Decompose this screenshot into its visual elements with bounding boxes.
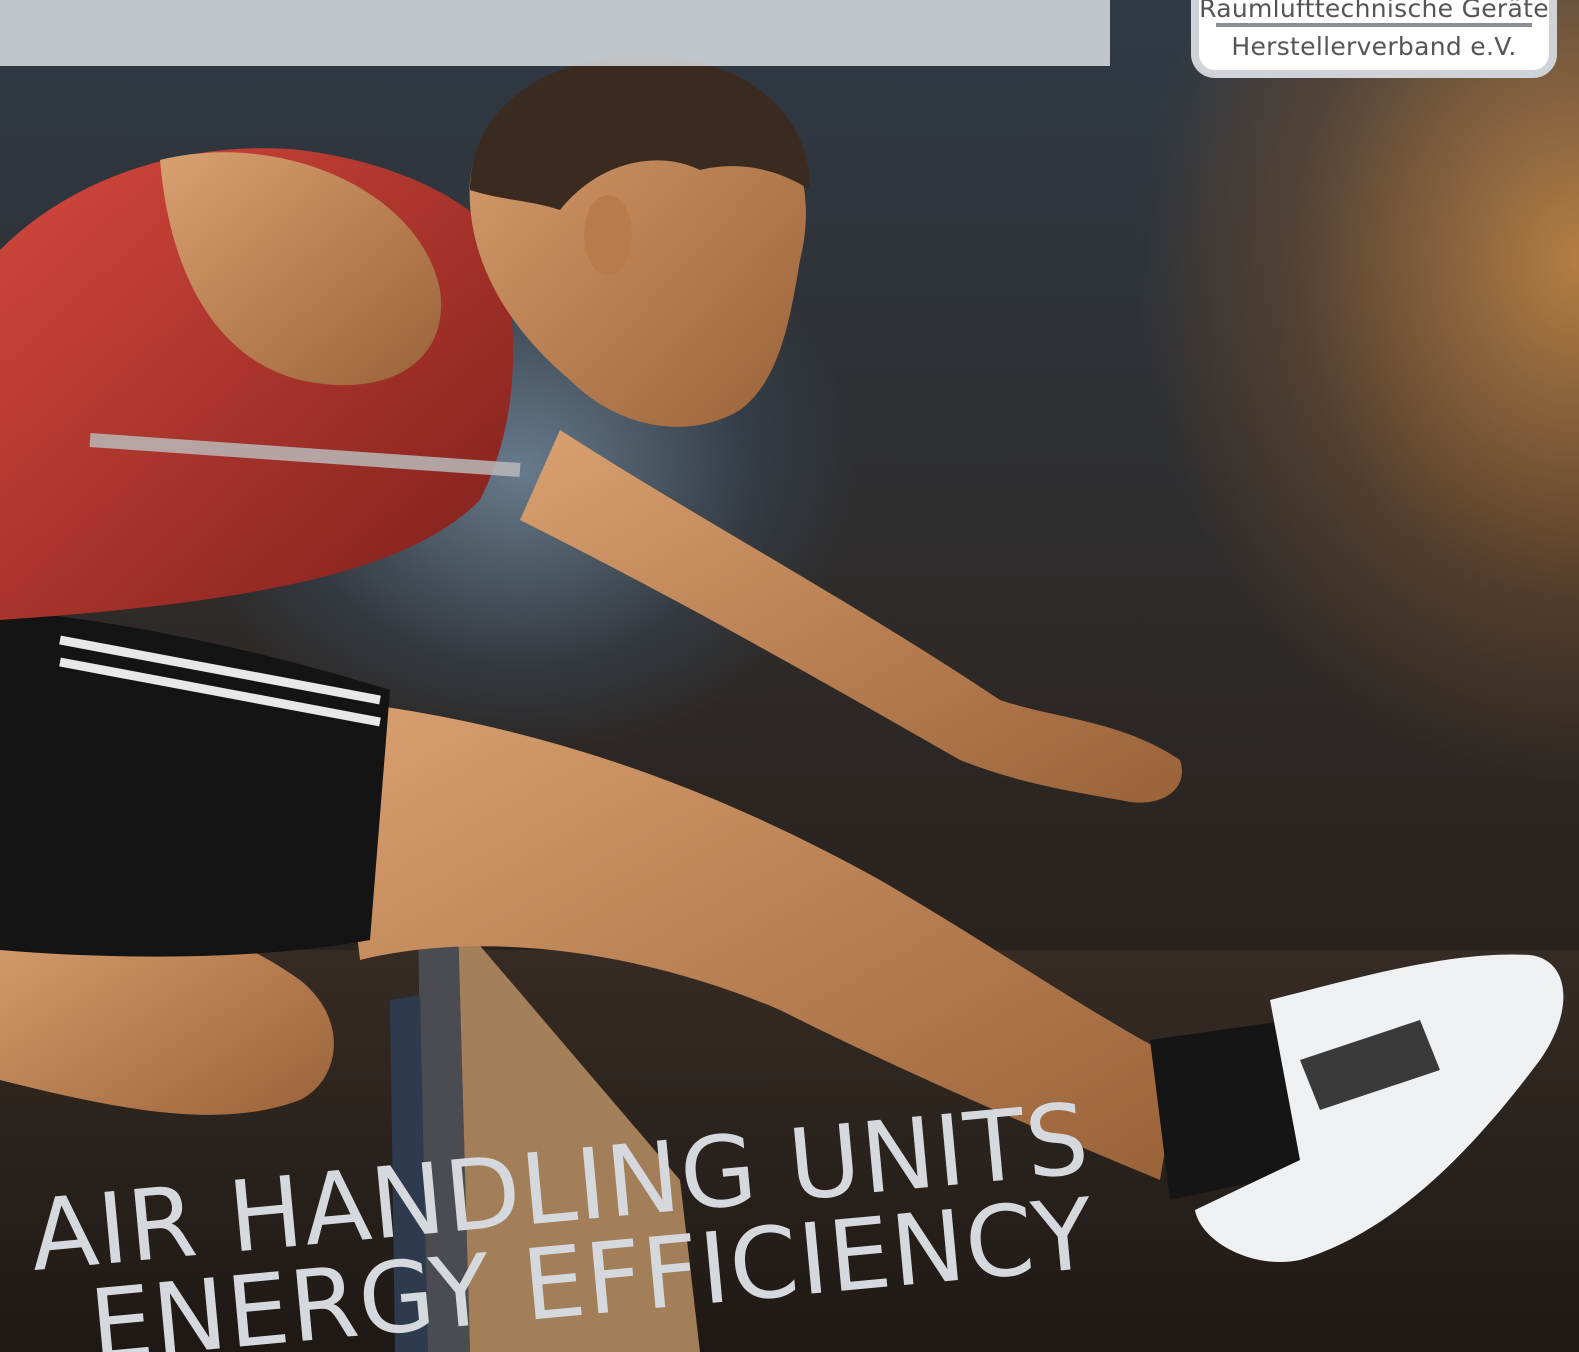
association-logo-badge: Raumlufttechnische Geräte Herstellerverb… (1191, 0, 1557, 78)
athlete-illustration (0, 55, 1579, 1352)
logo-line-2: Herstellerverband e.V. (1231, 32, 1517, 61)
logo-line-1: Raumlufttechnische Geräte (1199, 0, 1549, 23)
header-band (0, 0, 1110, 66)
logo-divider (1216, 23, 1532, 27)
arm (520, 430, 1182, 803)
hero-photo-hurdler (0, 0, 1579, 1352)
athlete-head (469, 55, 810, 427)
